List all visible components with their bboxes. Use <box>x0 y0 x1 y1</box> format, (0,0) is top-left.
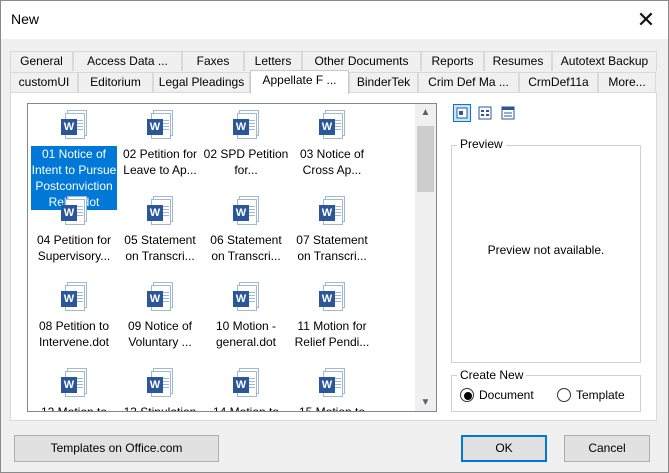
word-badge: W <box>319 291 335 307</box>
radio-circle <box>557 388 571 402</box>
template-label: 13 Stipulation <box>123 405 197 412</box>
word-template-icon: W <box>230 368 260 402</box>
title-bar: New ✕ <box>1 1 668 39</box>
word-badge: W <box>233 377 249 393</box>
template-list[interactable]: W 01 Notice of Intent to Pursue Postconvi… <box>27 103 437 412</box>
templates-office-button[interactable]: Templates on Office.com <box>14 435 219 462</box>
tab-back-4[interactable]: Other Documents <box>302 51 421 71</box>
document-radio-label: Document <box>479 388 534 402</box>
tab-front-7[interactable]: More... <box>598 72 656 92</box>
word-template-icon: W <box>230 110 260 144</box>
tab-front-1[interactable]: Editorium <box>78 72 153 92</box>
create-new-label: Create New <box>457 368 527 382</box>
cancel-button[interactable]: Cancel <box>564 435 650 462</box>
preview-label: Preview <box>457 137 506 151</box>
tab-front-6[interactable]: CrmDef11a <box>519 72 598 92</box>
word-template-icon: W <box>230 282 260 316</box>
tab-back-3[interactable]: Letters <box>244 51 302 71</box>
scroll-thumb[interactable] <box>417 126 434 192</box>
template-label: 10 Motion - general.dot <box>215 319 277 349</box>
list-icon[interactable] <box>476 104 494 122</box>
large-icons-icon[interactable] <box>453 104 471 122</box>
tab-front-5[interactable]: Crim Def Ma ... <box>418 72 519 92</box>
tab-back-1[interactable]: Access Data ... <box>73 51 182 71</box>
template-label: 12 Motion to <box>40 405 108 412</box>
word-badge: W <box>319 119 335 135</box>
word-badge: W <box>233 119 249 135</box>
tab-back-6[interactable]: Resumes <box>484 51 552 71</box>
vertical-scrollbar[interactable]: ▲ ▼ <box>415 104 436 411</box>
word-badge: W <box>61 291 77 307</box>
word-template-icon: W <box>316 110 346 144</box>
tab-front-0[interactable]: customUI <box>10 72 78 92</box>
word-template-icon: W <box>58 196 88 230</box>
word-template-icon: W <box>144 368 174 402</box>
template-label: 07 Statement on Transcri... <box>296 233 368 263</box>
word-badge: W <box>61 119 77 135</box>
tab-back-2[interactable]: Faxes <box>182 51 244 71</box>
word-badge: W <box>61 377 77 393</box>
tab-back-5[interactable]: Reports <box>421 51 484 71</box>
tab-front-2[interactable]: Legal Pleadings <box>153 72 250 92</box>
template-label: 09 Notice of Voluntary ... <box>127 319 193 349</box>
dialog-title: New <box>11 11 40 27</box>
word-badge: W <box>233 291 249 307</box>
word-badge: W <box>147 291 163 307</box>
word-template-icon: W <box>58 368 88 402</box>
word-badge: W <box>147 377 163 393</box>
template-label: 14 Motion to <box>212 405 280 412</box>
word-template-icon: W <box>316 282 346 316</box>
scroll-up-icon[interactable]: ▲ <box>415 104 436 121</box>
template-radio-label: Template <box>576 388 625 402</box>
ok-button[interactable]: OK <box>461 435 547 462</box>
tab-front-3[interactable]: Appellate F ... <box>250 70 349 94</box>
word-template-icon: W <box>144 196 174 230</box>
tab-back-0[interactable]: General <box>10 51 73 71</box>
template-label: 08 Petition to Intervene.dot <box>38 319 110 349</box>
tab-back-7[interactable]: Autotext Backup <box>552 51 657 71</box>
word-badge: W <box>61 205 77 221</box>
tab-front-4[interactable]: BinderTek <box>349 72 418 92</box>
word-template-icon: W <box>230 196 260 230</box>
template-label: 11 Motion for Relief Pendi... <box>294 319 370 349</box>
template-label: 04 Petition for Supervisory... <box>36 233 112 263</box>
word-badge: W <box>319 205 335 221</box>
word-template-icon: W <box>316 368 346 402</box>
template-label: 03 Notice of Cross Ap... <box>299 147 365 177</box>
word-template-icon: W <box>144 110 174 144</box>
word-badge: W <box>319 377 335 393</box>
word-badge: W <box>147 119 163 135</box>
close-icon[interactable]: ✕ <box>633 7 659 33</box>
template-label: 06 Statement on Transcri... <box>210 233 282 263</box>
details-icon[interactable] <box>499 104 517 122</box>
preview-message: Preview not available. <box>487 243 605 257</box>
template-label: 15 Motion to <box>298 405 366 412</box>
word-template-icon: W <box>316 196 346 230</box>
word-template-icon: W <box>58 110 88 144</box>
template-label: 02 SPD Petition for... <box>203 147 289 177</box>
radio-circle <box>460 388 474 402</box>
template-label: 02 Petition for Leave to Ap... <box>122 147 198 177</box>
word-template-icon: W <box>58 282 88 316</box>
template-label: 05 Statement on Transcri... <box>124 233 196 263</box>
word-template-icon: W <box>144 282 174 316</box>
word-badge: W <box>233 205 249 221</box>
radio-dot <box>464 392 472 400</box>
word-badge: W <box>147 205 163 221</box>
scroll-down-icon[interactable]: ▼ <box>415 394 436 411</box>
